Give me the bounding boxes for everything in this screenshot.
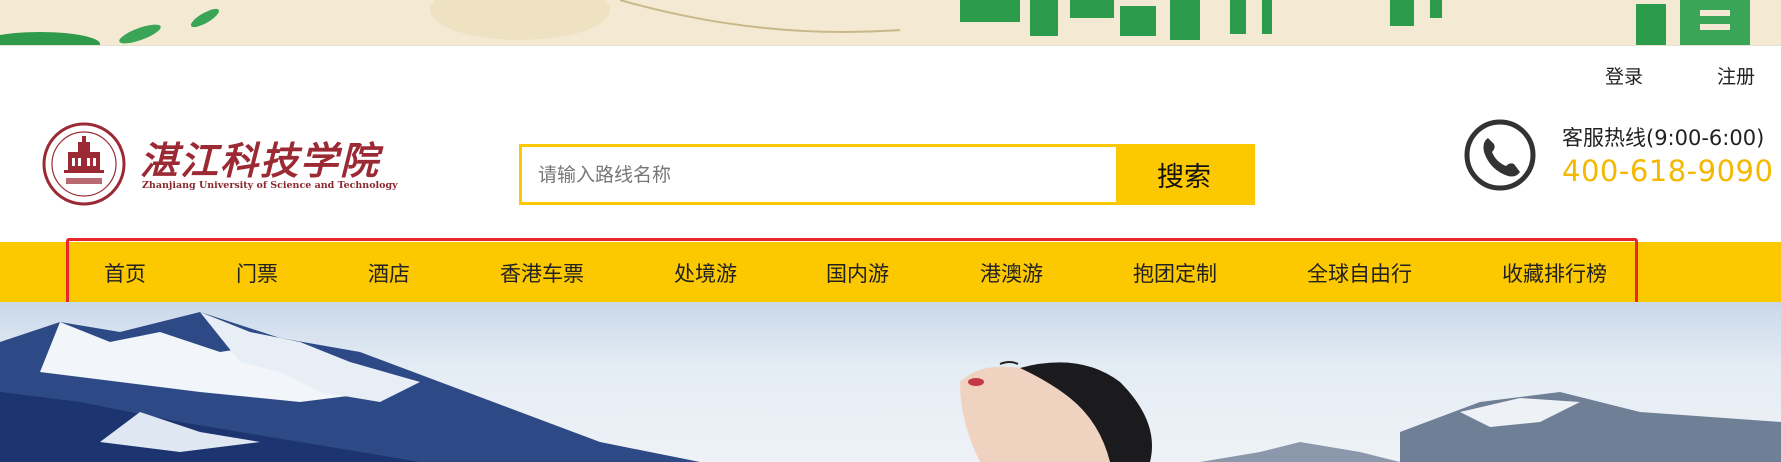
nav-item-group-custom[interactable]: 抱团定制 [1133,258,1217,288]
nav-item-domestic[interactable]: 国内游 [826,258,889,288]
logo-subtitle: Zhanjiang University of Science and Tech… [142,180,398,191]
auth-links: 登录 注册 [1561,62,1781,90]
main-nav: 首页 门票 酒店 香港车票 处境游 国内游 港澳游 抱团定制 全球自由行 收藏排… [0,242,1781,302]
banner-decoration [0,0,1750,45]
nav-item-hotel[interactable]: 酒店 [368,258,410,288]
nav-item-tickets[interactable]: 门票 [236,258,278,288]
top-banner [0,0,1781,46]
register-link[interactable]: 注册 [1717,62,1755,89]
nav-item-global-free[interactable]: 全球自由行 [1307,258,1412,288]
login-link[interactable]: 登录 [1605,62,1643,89]
site-logo[interactable]: 湛江科技学院 Zhanjiang University of Science a… [40,118,398,208]
nav-item-outbound[interactable]: 处境游 [674,258,737,288]
search-box: 搜索 [519,144,1255,205]
search-button[interactable]: 搜索 [1116,144,1252,205]
search-input[interactable] [522,147,1122,202]
hotline-label: 客服热线(9:00-6:00) [1562,126,1765,150]
hero-image [0,312,1781,462]
customer-hotline: 客服热线(9:00-6:00) 400-618-9090 [1462,118,1781,198]
hotline-number: 400-618-9090 [1562,154,1774,188]
nav-item-favorites-rank[interactable]: 收藏排行榜 [1502,258,1607,288]
nav-item-home[interactable]: 首页 [104,258,146,288]
phone-icon [1464,119,1536,191]
nav-item-hk-macau[interactable]: 港澳游 [980,258,1043,288]
university-seal-icon [42,122,126,206]
hero-banner[interactable] [0,302,1781,462]
logo-name: 湛江科技学院 [140,138,381,183]
nav-item-hk-bus[interactable]: 香港车票 [500,258,584,288]
